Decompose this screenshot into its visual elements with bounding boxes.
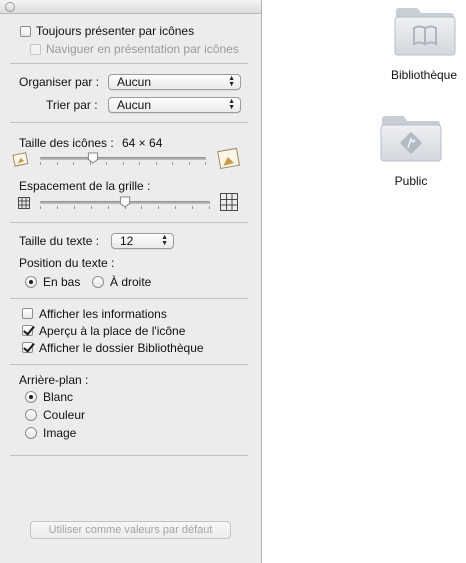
wide-grid-icon: [220, 193, 238, 211]
icon-size-ticks: [40, 162, 206, 165]
slider-tick: [56, 162, 58, 165]
library-folder-icon[interactable]: [392, 4, 458, 58]
browse-icons-checkbox[interactable]: [30, 44, 41, 55]
separator: [10, 222, 248, 223]
slider-tick: [73, 162, 74, 165]
slider-tick: [155, 162, 157, 165]
background-label: Arrière-plan :: [19, 373, 89, 387]
chevron-updown-icon: ▲ ▼: [161, 234, 168, 247]
separator: [10, 364, 248, 365]
slider-tick: [188, 162, 190, 165]
slider-tick: [205, 162, 206, 165]
view-options-panel: Toujours présenter par icônes Naviguer e…: [0, 0, 262, 563]
chevron-updown-icon: ▲ ▼: [228, 98, 235, 111]
large-image-icon: [217, 147, 240, 170]
show-library-checkbox[interactable]: [22, 342, 33, 353]
icon-preview-label: Aperçu à la place de l'icône: [39, 324, 186, 338]
slider-tick: [158, 206, 160, 209]
text-bottom-radio[interactable]: [25, 276, 37, 288]
show-library-label: Afficher le dossier Bibliothèque: [39, 341, 204, 355]
show-info-label: Afficher les informations: [39, 307, 167, 321]
arrange-by-popup[interactable]: Aucun ▲ ▼: [108, 74, 241, 90]
text-size-popup[interactable]: 12 ▲ ▼: [111, 233, 174, 249]
always-icons-checkbox[interactable]: [20, 26, 31, 37]
sort-by-value: Aucun: [117, 98, 152, 112]
icon-preview-checkbox[interactable]: [22, 325, 33, 336]
text-size-value: 12: [120, 234, 134, 248]
chevron-updown-icon: ▲ ▼: [228, 75, 235, 88]
slider-tick: [192, 206, 194, 209]
arrange-by-value: Aucun: [117, 75, 152, 89]
grid-spacing-label: Espacement de la grille :: [19, 179, 151, 193]
background-image-label: Image: [43, 426, 77, 440]
text-position-label: Position du texte :: [19, 256, 115, 270]
separator: [10, 455, 248, 456]
arrange-by-label: Organiser par :: [19, 75, 100, 89]
always-icons-label: Toujours présenter par icônes: [36, 24, 195, 38]
icon-size-track: [40, 157, 206, 160]
text-bottom-label: En bas: [43, 275, 81, 289]
slider-tick: [139, 162, 140, 165]
sort-by-label: Trier par :: [46, 98, 98, 112]
background-image-radio[interactable]: [25, 427, 37, 439]
grid-spacing-slider[interactable]: [119, 196, 131, 208]
slider-tick: [56, 206, 58, 209]
text-size-label: Taille du texte :: [19, 234, 100, 248]
background-color-label: Couleur: [43, 408, 86, 422]
slider-tick: [90, 206, 92, 209]
background-white-radio[interactable]: [25, 391, 37, 403]
text-right-label: À droite: [110, 275, 152, 289]
small-image-icon: [12, 152, 29, 167]
slider-tick: [107, 206, 109, 209]
separator: [10, 63, 248, 64]
panel-titlebar: [0, 0, 261, 14]
tight-grid-icon: [18, 197, 30, 209]
slider-tick: [40, 162, 41, 165]
icon-size-value: 64 × 64: [122, 136, 163, 150]
background-white-label: Blanc: [43, 390, 74, 404]
background-color-radio[interactable]: [25, 409, 37, 421]
slider-tick: [122, 162, 124, 165]
public-folder-icon[interactable]: [378, 112, 444, 164]
icon-size-label: Taille des icônes :: [19, 136, 114, 150]
use-as-defaults-button[interactable]: Utiliser comme valeurs par défaut: [30, 521, 231, 539]
slider-tick: [40, 206, 41, 209]
public-folder-label: Public: [394, 174, 428, 188]
slider-tick: [73, 206, 75, 209]
library-folder-label: Bibliothèque: [390, 68, 458, 82]
browse-icons-label: Naviguer en présentation par icônes: [46, 42, 239, 56]
close-button[interactable]: [5, 2, 15, 12]
slider-tick: [209, 206, 210, 209]
slider-tick: [172, 162, 173, 165]
slider-tick: [175, 206, 177, 209]
separator: [10, 122, 248, 123]
slider-tick: [106, 162, 107, 165]
icon-size-slider[interactable]: [87, 152, 99, 164]
sort-by-popup[interactable]: Aucun ▲ ▼: [108, 97, 241, 113]
text-right-radio[interactable]: [92, 276, 104, 288]
separator: [10, 298, 248, 299]
show-info-checkbox[interactable]: [22, 308, 33, 319]
slider-tick: [141, 206, 143, 209]
